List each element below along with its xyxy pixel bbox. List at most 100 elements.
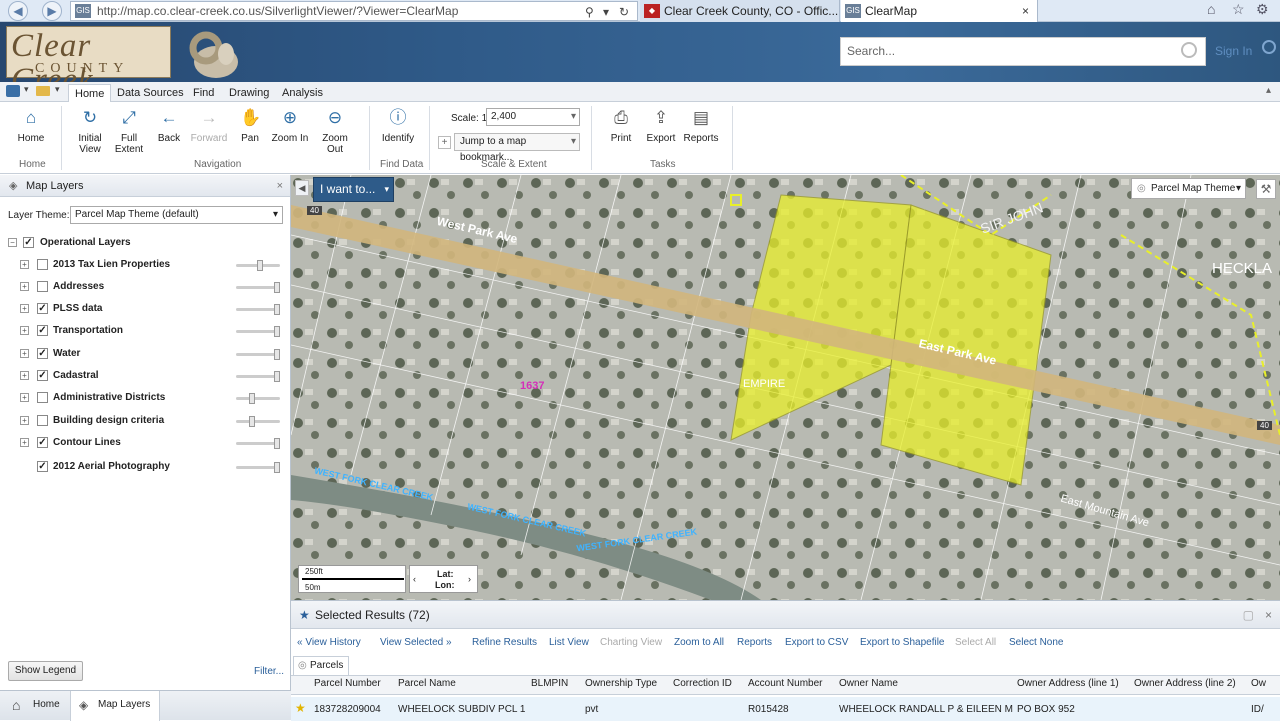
opacity-slider[interactable] [236,260,280,271]
i-want-to-button[interactable]: I want to... ▾ [313,177,394,202]
back-button[interactable]: ← Back [154,108,184,144]
layer-item[interactable]: + ✓ Cadastral [0,366,290,386]
export-button[interactable]: ⇪ Export [643,108,679,144]
maximize-icon[interactable]: ▢ [1243,601,1254,629]
view-selected-button[interactable]: View Selected » [380,637,452,648]
home-icon[interactable]: ⌂ [1207,1,1215,17]
slider-thumb[interactable] [274,462,280,473]
sign-in-link[interactable]: Sign In [1215,44,1252,58]
collapse-ribbon-icon[interactable]: ▴ [1266,85,1271,96]
refine-results-button[interactable]: Refine Results [472,637,537,648]
layer-checkbox[interactable]: ✓ [37,437,48,448]
reports-button[interactable]: Reports [737,637,772,648]
export-csv-button[interactable]: Export to CSV [785,637,848,648]
expand-icon[interactable]: + [20,438,29,447]
browser-tab-clearmap[interactable]: GIS ClearMap × [841,0,1038,22]
add-bookmark-icon[interactable]: + [438,136,451,149]
expand-icon[interactable]: + [20,393,29,402]
slider-thumb[interactable] [274,282,280,293]
view-history-button[interactable]: « View History [297,637,361,648]
home-button[interactable]: ⌂ Home [15,108,47,144]
county-logo[interactable]: Clear Creek COUNTY [6,26,171,97]
column-header[interactable]: Owner Name [839,678,898,689]
favorites-star-icon[interactable]: ☆ [1232,1,1245,18]
opacity-slider[interactable] [236,393,280,404]
layer-checkbox[interactable]: ✓ [37,348,48,359]
settings-gear-icon[interactable]: ⚙ [1256,1,1269,18]
layer-theme-select[interactable]: Parcel Map Theme (default) ▾ [70,206,283,224]
layer-checkbox[interactable] [37,392,48,403]
close-results-icon[interactable]: × [1265,601,1272,629]
layer-item[interactable]: ✓ 2012 Aerial Photography [0,457,290,477]
list-view-button[interactable]: List View [549,637,589,648]
tab-data-sources[interactable]: Data Sources [111,84,190,102]
column-header[interactable]: Correction ID [673,678,732,689]
chevron-left-icon[interactable]: ‹ [413,574,416,584]
column-header[interactable]: Owner Address (line 2) [1134,678,1236,689]
zoom-to-all-button[interactable]: Zoom to All [674,637,724,648]
scale-select[interactable]: 2,400 ▾ [486,108,580,126]
user-icon[interactable] [1262,40,1276,54]
slider-thumb[interactable] [249,393,256,404]
menu-dropdown-icon[interactable]: ▾ [24,84,29,95]
expand-icon[interactable]: + [20,282,29,291]
layer-item[interactable]: + ✓ PLSS data [0,299,290,319]
slider-thumb[interactable] [274,326,280,337]
show-legend-button[interactable]: Show Legend [8,661,83,681]
home-tab[interactable]: Home [33,699,60,710]
search-icon[interactable]: ⚲ [585,3,594,21]
expand-icon[interactable]: + [20,416,29,425]
slider-thumb[interactable] [256,260,263,271]
layer-item[interactable]: + ✓ Contour Lines [0,433,290,453]
layer-item[interactable]: + Building design criteria [0,411,290,431]
layer-item[interactable]: +2013 Tax Lien Properties [0,255,290,275]
filter-link[interactable]: Filter... [254,666,284,677]
column-header[interactable]: Parcel Number [314,678,381,689]
browser-tab-county[interactable]: ◆ Clear Creek County, CO - Offic... [640,0,840,22]
zoom-out-button[interactable]: ⊖ Zoom Out [313,108,357,155]
layer-item[interactable]: + ✓ Water [0,344,290,364]
pan-button[interactable]: ✋ Pan [236,108,264,144]
tab-analysis[interactable]: Analysis [276,84,329,102]
expand-icon[interactable]: + [20,349,29,358]
map-view[interactable]: West Park Ave East Park Ave SIR JOHN HEC… [291,175,1280,600]
column-header[interactable]: Account Number [748,678,822,689]
layer-checkbox[interactable]: ✓ [23,237,34,248]
opacity-slider[interactable] [236,304,280,315]
address-bar[interactable]: GIS http://map.co.clear-creek.co.us/Silv… [70,1,638,21]
slider-thumb[interactable] [249,416,256,427]
map-theme-button[interactable]: ◎ Parcel Map Theme ▾ [1131,178,1246,199]
map-layers-tab[interactable]: ◈ Map Layers [70,691,160,721]
opacity-slider[interactable] [236,371,280,382]
opacity-slider[interactable] [236,416,280,427]
layer-checkbox[interactable]: ✓ [37,303,48,314]
layer-checkbox[interactable]: ✓ [37,325,48,336]
layer-item[interactable]: + ✓ Transportation [0,321,290,341]
search-input[interactable]: Search... [840,37,1206,66]
full-extent-button[interactable]: ⤢ Full Extent [112,108,146,155]
layer-checkbox[interactable] [37,281,48,292]
bookmark-select[interactable]: Jump to a map bookmark... ▾ [454,133,580,163]
close-panel-icon[interactable]: × [277,175,283,197]
opacity-slider[interactable] [236,462,280,473]
app-menu-icon[interactable] [6,85,20,97]
folder-dropdown-icon[interactable]: ▾ [55,84,60,95]
column-header[interactable]: Owner Address (line 1) [1017,678,1119,689]
expand-icon[interactable]: + [20,371,29,380]
tab-drawing[interactable]: Drawing [223,84,275,102]
close-tab-icon[interactable]: × [1022,0,1029,22]
print-button[interactable]: ⎙ Print [606,108,636,144]
zoom-in-button[interactable]: ⊕ Zoom In [270,108,310,144]
tools-icon[interactable]: ⚒ [1256,179,1276,199]
collapse-left-panel-icon[interactable]: ◀ [295,180,309,196]
slider-thumb[interactable] [274,349,280,360]
select-none-button[interactable]: Select None [1009,637,1063,648]
select-all-button[interactable]: Select All [955,637,996,648]
slider-thumb[interactable] [274,304,280,315]
tab-parcels[interactable]: ◎ Parcels [293,656,349,676]
aerial-map[interactable] [291,175,1280,600]
layer-item[interactable]: + Administrative Districts [0,388,290,408]
opacity-slider[interactable] [236,349,280,360]
column-header[interactable]: Parcel Name [398,678,456,689]
expand-icon[interactable]: + [20,304,29,313]
